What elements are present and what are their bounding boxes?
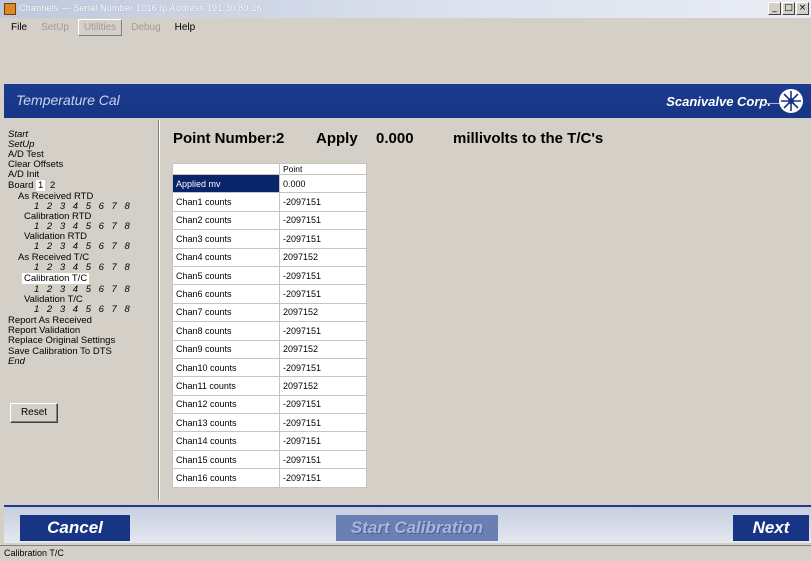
menu-file[interactable]: File (6, 20, 32, 35)
start-calibration-button[interactable]: Start Calibration (336, 515, 498, 541)
table-row[interactable]: Chan16 counts -2097151 (172, 468, 367, 488)
nav-board: Board 1 2 (8, 180, 57, 191)
board-1-selector[interactable]: 1 (36, 180, 46, 191)
menu-debug[interactable]: Debug (126, 20, 165, 35)
grid-column-header: Point (279, 163, 367, 175)
table-row[interactable]: Chan6 counts -2097151 (172, 284, 367, 304)
apply-value: 0.000 (376, 130, 414, 147)
close-icon[interactable]: × (796, 2, 809, 15)
row-label-cell[interactable]: Chan8 counts (172, 321, 280, 341)
apply-label: Apply (316, 130, 358, 147)
row-label-cell[interactable]: Chan7 counts (172, 302, 280, 323)
table-row[interactable]: Chan7 counts 2097152 (172, 302, 367, 323)
table-row[interactable]: Chan3 counts -2097151 (172, 229, 367, 249)
page-title: Temperature Cal (16, 92, 120, 108)
row-label-cell[interactable]: Chan1 counts (172, 192, 280, 212)
row-value-cell[interactable]: -2097151 (279, 394, 367, 415)
row-label-cell[interactable]: Applied mv (172, 173, 280, 194)
row-label-cell[interactable]: Chan11 counts (172, 376, 280, 396)
header-banner: Temperature Cal Scanivalve Corp. (4, 84, 811, 118)
table-row[interactable]: Chan8 counts -2097151 (172, 321, 367, 341)
app-icon (4, 3, 16, 15)
row-value-cell[interactable]: 2097152 (279, 376, 367, 396)
table-row[interactable]: Chan11 counts 2097152 (172, 376, 367, 396)
calibration-grid[interactable]: Point Applied mv 0.000 Chan1 counts -209715… (172, 163, 367, 488)
row-label-cell[interactable]: Chan12 counts (172, 394, 280, 415)
table-row[interactable]: Chan4 counts 2097152 (172, 247, 367, 267)
nav-validation-rtd-channels[interactable]: 1 2 3 4 5 6 7 8 (34, 241, 132, 252)
grid-corner-cell (172, 163, 280, 175)
row-label-cell[interactable]: Chan16 counts (172, 468, 280, 488)
table-row[interactable]: Chan12 counts -2097151 (172, 394, 367, 415)
menu-help[interactable]: Help (170, 20, 201, 35)
table-row[interactable]: Chan13 counts -2097151 (172, 413, 367, 433)
row-value-cell[interactable]: -2097151 (279, 192, 367, 212)
nav-calibration-tc[interactable]: Calibration T/C (22, 273, 90, 284)
row-value-cell[interactable]: -2097151 (279, 210, 367, 231)
minimize-icon[interactable]: _ (768, 2, 781, 15)
table-row[interactable]: Chan5 counts -2097151 (172, 265, 367, 286)
brand-name: Scanivalve Corp. (666, 94, 771, 109)
row-value-cell[interactable]: 2097152 (279, 339, 367, 359)
row-value-cell[interactable]: 2097152 (279, 247, 367, 267)
bottom-button-bar: Cancel Start Calibration Next (4, 505, 811, 543)
cancel-button[interactable]: Cancel (20, 515, 130, 541)
window-title: Channels — Serial Number 1016 Ip Address… (19, 3, 262, 13)
title-bar: Channels — Serial Number 1016 Ip Address… (0, 0, 811, 18)
row-label-cell[interactable]: Chan9 counts (172, 339, 280, 359)
row-value-cell[interactable]: -2097151 (279, 431, 367, 451)
row-label-cell[interactable]: Chan14 counts (172, 431, 280, 451)
scanivalve-logo-icon (779, 89, 803, 113)
nav-as-received-tc-channels[interactable]: 1 2 3 4 5 6 7 8 (34, 262, 132, 273)
menu-bar: File SetUp Utilities Debug Help (0, 18, 811, 37)
row-label-cell[interactable]: Chan6 counts (172, 284, 280, 304)
nav-ad-init[interactable]: A/D Init (8, 169, 39, 180)
row-label-cell[interactable]: Chan5 counts (172, 265, 280, 286)
row-label-cell[interactable]: Chan4 counts (172, 247, 280, 267)
window-controls: _ □ × (768, 2, 809, 15)
row-value-cell[interactable]: -2097151 (279, 468, 367, 488)
row-value-cell[interactable]: -2097151 (279, 265, 367, 286)
units-text: millivolts to the T/C's (453, 130, 604, 147)
row-value-cell[interactable]: -2097151 (279, 413, 367, 433)
table-row[interactable]: Applied mv 0.000 (172, 173, 367, 194)
row-value-cell[interactable]: 2097152 (279, 302, 367, 323)
row-value-cell[interactable]: -2097151 (279, 284, 367, 304)
table-row[interactable]: Chan15 counts -2097151 (172, 449, 367, 470)
row-label-cell[interactable]: Chan15 counts (172, 449, 280, 470)
status-bar: Calibration T/C (0, 545, 811, 561)
row-value-cell[interactable]: -2097151 (279, 449, 367, 470)
vertical-divider (158, 120, 160, 500)
row-value-cell[interactable]: -2097151 (279, 321, 367, 341)
table-row[interactable]: Chan14 counts -2097151 (172, 431, 367, 451)
row-label-cell[interactable]: Chan3 counts (172, 229, 280, 249)
row-label-cell[interactable]: Chan10 counts (172, 357, 280, 378)
row-value-cell[interactable]: -2097151 (279, 229, 367, 249)
left-nav: Start SetUp A/D Test Clear Offsets A/D I… (4, 120, 154, 500)
point-number-label: Point Number: (173, 130, 277, 147)
table-row[interactable]: Chan1 counts -2097151 (172, 192, 367, 212)
table-row[interactable]: Chan10 counts -2097151 (172, 357, 367, 378)
board-label: Board (8, 180, 34, 191)
grid-header-row: Point (172, 163, 367, 175)
row-label-cell[interactable]: Chan2 counts (172, 210, 280, 231)
next-button[interactable]: Next (733, 515, 809, 541)
row-label-cell[interactable]: Chan13 counts (172, 413, 280, 433)
reset-button[interactable]: Reset (10, 403, 58, 423)
menu-setup[interactable]: SetUp (36, 20, 74, 35)
maximize-icon[interactable]: □ (782, 2, 795, 15)
row-value-cell[interactable]: 0.000 (279, 173, 367, 194)
table-row[interactable]: Chan9 counts 2097152 (172, 339, 367, 359)
row-value-cell[interactable]: -2097151 (279, 357, 367, 378)
menu-utilities[interactable]: Utilities (77, 19, 123, 36)
board-2-selector[interactable]: 2 (48, 180, 57, 191)
nav-replace-original-settings[interactable]: Replace Original Settings (8, 335, 115, 346)
nav-end[interactable]: End (8, 356, 25, 367)
table-row[interactable]: Chan2 counts -2097151 (172, 210, 367, 231)
nav-validation-tc-channels[interactable]: 1 2 3 4 5 6 7 8 (34, 304, 132, 315)
point-number-value: 2 (276, 130, 285, 147)
